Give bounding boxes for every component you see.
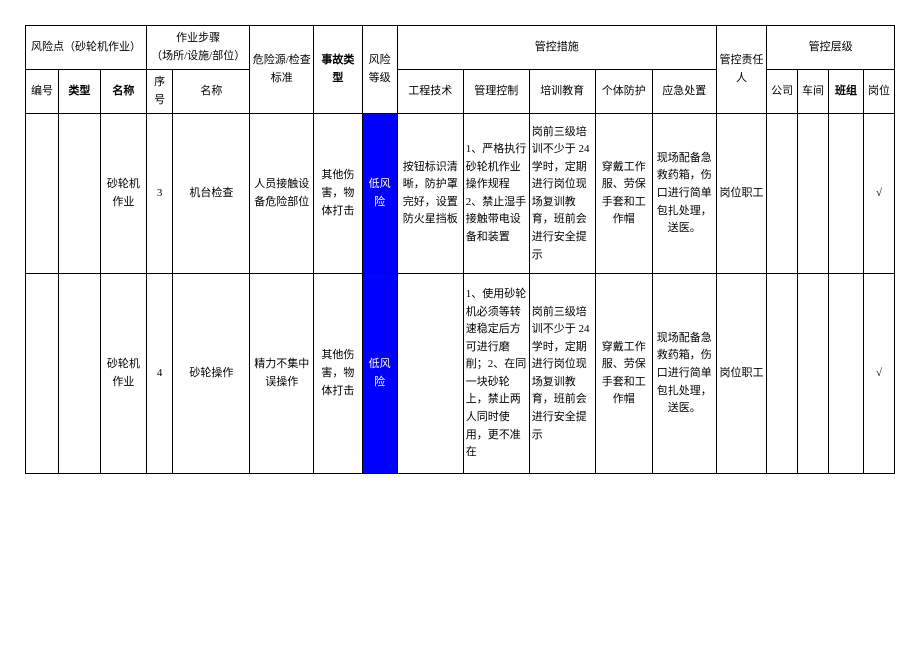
cell-hazard: 精力不集中误操作 — [250, 274, 314, 474]
hdr-control-measures: 管控措施 — [397, 26, 716, 70]
cell-no — [26, 114, 59, 274]
hdr-mgmt: 管理控制 — [463, 70, 529, 114]
cell-accident: 其他伤害，物体打击 — [314, 274, 362, 474]
cell-accident: 其他伤害，物体打击 — [314, 114, 362, 274]
cell-risk: 低风险 — [362, 114, 397, 274]
hdr-step-name: 名称 — [173, 70, 250, 114]
cell-ppe: 穿戴工作服、劳保手套和工作帽 — [595, 274, 652, 474]
cell-seq: 4 — [146, 274, 172, 474]
cell-ppe: 穿戴工作服、劳保手套和工作帽 — [595, 114, 652, 274]
hdr-post: 岗位 — [864, 70, 895, 114]
cell-type — [58, 274, 100, 474]
cell-name: 砂轮机作业 — [100, 274, 146, 474]
hdr-control-level: 管控层级 — [767, 26, 895, 70]
cell-emerg: 现场配备急救药箱，伤口进行简单包扎处理，送医。 — [652, 114, 716, 274]
cell-eng — [397, 274, 463, 474]
cell-no — [26, 274, 59, 474]
cell-risk: 低风险 — [362, 274, 397, 474]
cell-emerg: 现场配备急救药箱，伤口进行简单包扎处理，送医。 — [652, 274, 716, 474]
cell-resp: 岗位职工 — [716, 274, 767, 474]
hdr-risk-point: 风险点（砂轮机作业） — [26, 26, 147, 70]
cell-team — [828, 114, 863, 274]
cell-team — [828, 274, 863, 474]
cell-type — [58, 114, 100, 274]
hdr-risk-level: 风险等级 — [362, 26, 397, 114]
data-row-1: 砂轮机作业 3 机台检查 人员接触设备危险部位 其他伤害，物体打击 低风险 按钮… — [26, 114, 895, 274]
risk-assessment-table: 风险点（砂轮机作业） 作业步骤 （场所/设施/部位） 危险源/检查标准 事故类型… — [25, 25, 895, 474]
cell-train: 岗前三级培训不少于 24 学时，定期进行岗位现场复训教育，班前会进行安全提示 — [529, 114, 595, 274]
hdr-emerg: 应急处置 — [652, 70, 716, 114]
cell-company — [767, 274, 798, 474]
cell-train: 岗前三级培训不少于 24 学时，定期进行岗位现场复训教育，班前会进行安全提示 — [529, 274, 595, 474]
hdr-seq: 序号 — [146, 70, 172, 114]
data-row-2: 砂轮机作业 4 砂轮操作 精力不集中误操作 其他伤害，物体打击 低风险 1、使用… — [26, 274, 895, 474]
hdr-responsible: 管控责任人 — [716, 26, 767, 114]
cell-post: √ — [864, 274, 895, 474]
hdr-no: 编号 — [26, 70, 59, 114]
hdr-company: 公司 — [767, 70, 798, 114]
cell-mgmt: 1、严格执行砂轮机作业操作规程 2、禁止湿手接触带电设备和装置 — [463, 114, 529, 274]
hdr-type: 类型 — [58, 70, 100, 114]
cell-step: 砂轮操作 — [173, 274, 250, 474]
cell-step: 机台检查 — [173, 114, 250, 274]
hdr-workshop: 车间 — [798, 70, 829, 114]
cell-eng: 按钮标识清晰，防护罩完好，设置防火星挡板 — [397, 114, 463, 274]
cell-workshop — [798, 114, 829, 274]
hdr-eng: 工程技术 — [397, 70, 463, 114]
cell-hazard: 人员接触设备危险部位 — [250, 114, 314, 274]
hdr-train: 培训教育 — [529, 70, 595, 114]
cell-seq: 3 — [146, 114, 172, 274]
cell-resp: 岗位职工 — [716, 114, 767, 274]
hdr-work-step: 作业步骤 （场所/设施/部位） — [146, 26, 249, 70]
cell-company — [767, 114, 798, 274]
hdr-hazard: 危险源/检查标准 — [250, 26, 314, 114]
cell-post: √ — [864, 114, 895, 274]
hdr-team: 班组 — [828, 70, 863, 114]
cell-mgmt: 1、使用砂轮机必须等转速稳定后方可进行磨削；2、在同一块砂轮上，禁止两人同时使用… — [463, 274, 529, 474]
hdr-ppe: 个体防护 — [595, 70, 652, 114]
cell-workshop — [798, 274, 829, 474]
hdr-name: 名称 — [100, 70, 146, 114]
cell-name: 砂轮机作业 — [100, 114, 146, 274]
hdr-accident: 事故类型 — [314, 26, 362, 114]
